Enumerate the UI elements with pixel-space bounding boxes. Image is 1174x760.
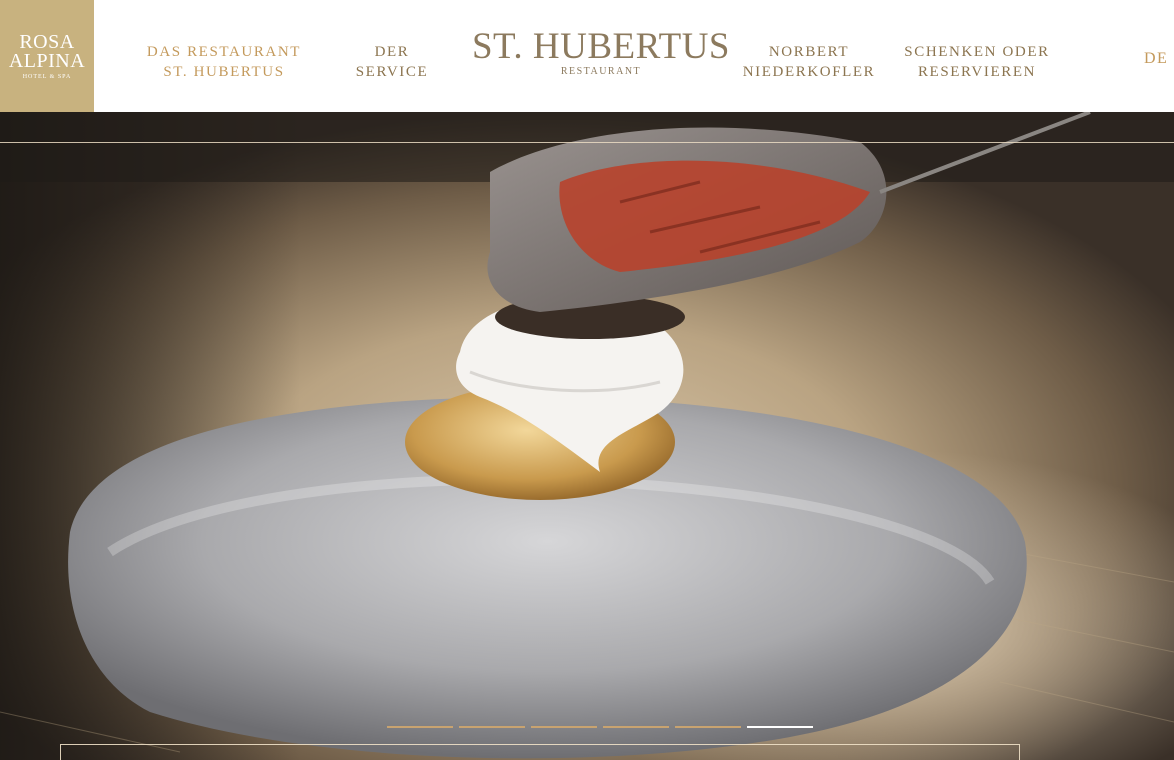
nav-label-line1: DER	[374, 44, 410, 60]
nav-label-line2: RESERVIEREN	[917, 64, 1037, 80]
slide-indicator-4[interactable]	[603, 726, 669, 728]
slide-indicator-5[interactable]	[675, 726, 741, 728]
nav-item-schenken-oder-reservieren[interactable]: SCHENKEN ODER RESERVIEREN	[898, 42, 1056, 82]
nav-label-line1: NORBERT	[768, 44, 850, 60]
hero-divider-line	[0, 142, 1174, 143]
nav-label-line2: ST. HUBERTUS	[163, 64, 285, 80]
hero-dish-image	[0, 112, 1174, 760]
logo-tagline: HOTEL & SPA	[22, 73, 72, 80]
brand-title: ST. HUBERTUS	[471, 26, 730, 67]
nav-label-line1: DAS RESTAURANT	[146, 44, 302, 60]
nav-label-line2: NIEDERKOFLER	[742, 64, 876, 80]
slide-indicators	[387, 726, 813, 729]
nav-label-line2: SERVICE	[355, 64, 429, 80]
nav-label-line1: SCHENKEN ODER	[904, 44, 1050, 60]
nav-item-norbert-niederkofler[interactable]: NORBERT NIEDERKOFLER	[738, 42, 880, 82]
slide-indicator-2[interactable]	[459, 726, 525, 728]
site-header: ROSA ALPINA HOTEL & SPA DAS RESTAURANT S…	[0, 0, 1174, 112]
hero-slider[interactable]	[0, 112, 1174, 760]
language-switcher[interactable]: DE	[1144, 50, 1168, 68]
content-frame	[60, 744, 1020, 760]
st-hubertus-brand[interactable]: ST. HUBERTUS RESTAURANT	[470, 26, 732, 77]
slide-indicator-6[interactable]	[747, 726, 813, 728]
logo-line-2: ALPINA	[8, 49, 86, 72]
rosa-alpina-logo[interactable]: ROSA ALPINA HOTEL & SPA	[0, 0, 94, 112]
nav-item-der-service[interactable]: DER SERVICE	[346, 42, 438, 82]
slide-indicator-3[interactable]	[531, 726, 597, 728]
nav-item-das-restaurant[interactable]: DAS RESTAURANT ST. HUBERTUS	[146, 42, 302, 82]
logo-line-1: ROSA	[19, 30, 75, 53]
slide-indicator-1[interactable]	[387, 726, 453, 728]
